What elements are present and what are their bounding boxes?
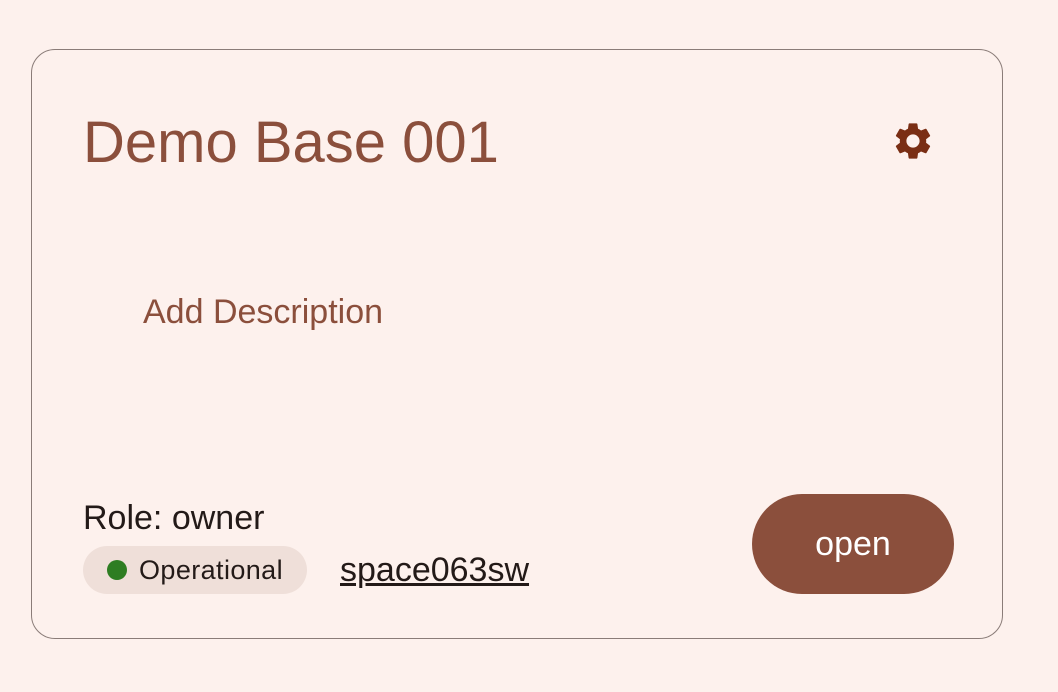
role-label: Role: owner xyxy=(83,499,265,537)
settings-button[interactable] xyxy=(888,116,938,166)
space-link[interactable]: space063sw xyxy=(340,550,529,590)
gear-icon xyxy=(895,123,931,159)
base-card: Demo Base 001 Add Description Role: owne… xyxy=(31,49,1003,639)
add-description-link[interactable]: Add Description xyxy=(143,291,383,333)
status-badge: Operational xyxy=(83,546,307,594)
open-button[interactable]: open xyxy=(752,494,954,594)
card-title: Demo Base 001 xyxy=(83,110,499,175)
status-label: Operational xyxy=(139,554,283,585)
status-dot-icon xyxy=(107,560,127,580)
